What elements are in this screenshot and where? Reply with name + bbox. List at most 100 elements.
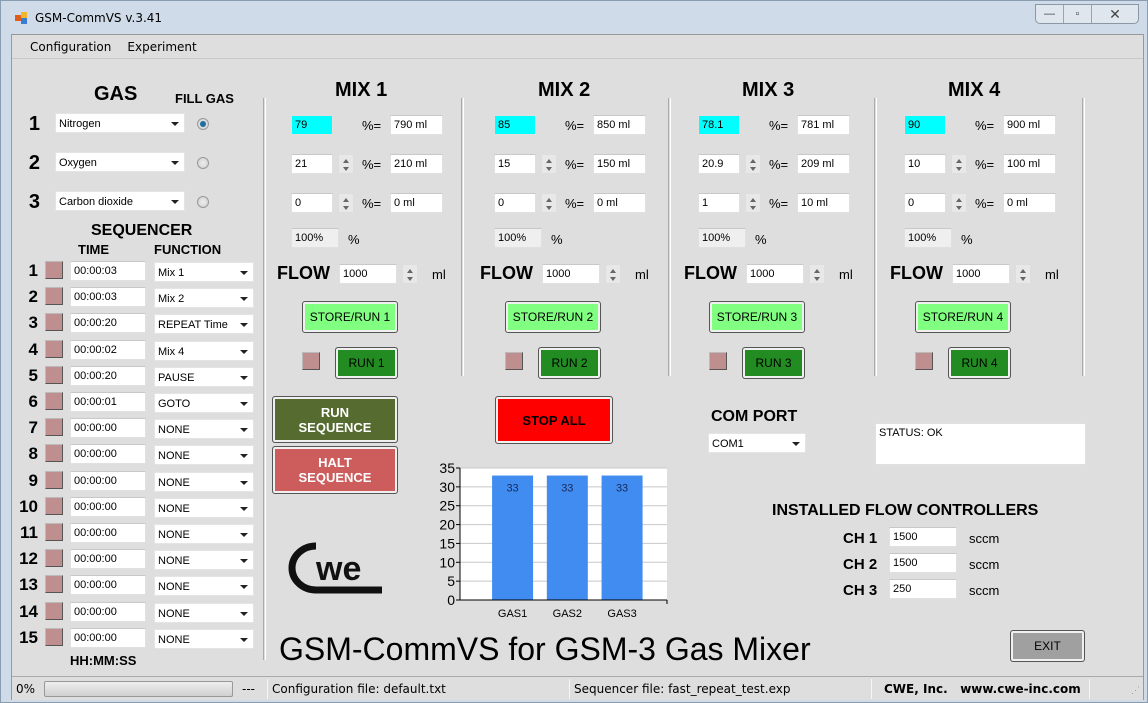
sequencer-function-select[interactable]: Mix 2 xyxy=(154,288,254,309)
percent-equals-label: %= xyxy=(769,157,789,172)
function-value: NONE xyxy=(158,529,190,541)
run-3-button[interactable]: RUN 3 xyxy=(742,347,805,379)
mix-1-flow-input[interactable]: 1000 xyxy=(339,264,397,284)
percent-stepper[interactable] xyxy=(745,193,761,213)
exit-button[interactable]: EXIT xyxy=(1010,630,1085,662)
resize-grip-icon[interactable]: ⋰ xyxy=(1131,685,1140,696)
sequencer-time-input[interactable]: 00:00:00 xyxy=(70,627,146,648)
channel-1-input[interactable]: 1500 xyxy=(889,527,957,547)
sequencer-function-select[interactable]: NONE xyxy=(154,419,254,440)
sequencer-function-select[interactable]: GOTO xyxy=(154,393,254,413)
mix-3-gas-2-percent[interactable]: 20.9 xyxy=(698,154,740,174)
sequencer-time-input[interactable]: 00:00:00 xyxy=(70,418,146,439)
mix-1-gas-2-percent[interactable]: 21 xyxy=(291,154,333,174)
flow-stepper[interactable] xyxy=(605,264,621,284)
sequencer-time-input[interactable]: 00:00:00 xyxy=(70,549,146,570)
sequencer-time-input[interactable]: 00:00:20 xyxy=(70,313,146,334)
mix-3-flow-input[interactable]: 1000 xyxy=(746,264,804,284)
store-run-1-button[interactable]: STORE/RUN 1 xyxy=(302,301,398,333)
sequencer-function-select[interactable]: NONE xyxy=(154,628,254,649)
percent-stepper[interactable] xyxy=(951,154,967,174)
percent-label: % xyxy=(551,232,563,247)
sequencer-step-indicator xyxy=(45,470,63,489)
halt-sequence-button[interactable]: HALT SEQUENCE xyxy=(272,446,398,494)
mix-4-gas-2-percent[interactable]: 10 xyxy=(904,154,946,174)
menu-experiment[interactable]: Experiment xyxy=(119,35,204,58)
percent-stepper[interactable] xyxy=(338,193,354,213)
sequencer-function-select[interactable]: NONE xyxy=(154,576,254,597)
percent-stepper[interactable] xyxy=(541,193,557,213)
sequencer-time-input[interactable]: 00:00:01 xyxy=(70,392,146,412)
close-button[interactable]: ✕ xyxy=(1092,5,1138,23)
sequencer-time-input[interactable]: 00:00:03 xyxy=(70,287,146,308)
sequencer-time-input[interactable]: 00:00:20 xyxy=(70,365,146,386)
time-format-label: HH:MM:SS xyxy=(70,653,137,668)
fill-gas-radio-3[interactable] xyxy=(197,196,209,208)
run-1-button[interactable]: RUN 1 xyxy=(335,347,398,379)
sequencer-function-select[interactable]: REPEAT Time xyxy=(154,314,254,335)
sequencer-function-select[interactable]: Mix 4 xyxy=(154,340,254,361)
mix-1-gas-3-percent[interactable]: 0 xyxy=(291,193,333,213)
store-run-3-button[interactable]: STORE/RUN 3 xyxy=(709,301,805,333)
status-dashes: --- xyxy=(238,679,268,699)
channel-3-input[interactable]: 250 xyxy=(889,579,957,599)
run-sequence-button[interactable]: RUN SEQUENCE xyxy=(272,396,398,443)
percent-stepper[interactable] xyxy=(745,154,761,174)
run-2-button[interactable]: RUN 2 xyxy=(538,347,601,379)
sequencer-time-input[interactable]: 00:00:00 xyxy=(70,601,146,622)
sequencer-time-input[interactable]: 00:00:00 xyxy=(70,444,146,465)
sequencer-time-input[interactable]: 00:00:00 xyxy=(70,523,146,543)
sequencer-function-select[interactable]: NONE xyxy=(154,524,254,544)
minimize-button[interactable]: — xyxy=(1036,5,1064,23)
percent-stepper[interactable] xyxy=(338,154,354,174)
store-run-2-button[interactable]: STORE/RUN 2 xyxy=(505,301,601,333)
percent-equals-label: %= xyxy=(975,157,995,172)
gas-1-select[interactable]: Nitrogen xyxy=(55,113,185,133)
sequencer-function-select[interactable]: NONE xyxy=(154,497,254,518)
sequencer-function-select[interactable]: NONE xyxy=(154,471,254,492)
window-title: GSM-CommVS v.3.41 xyxy=(35,11,163,25)
chevron-down-icon xyxy=(240,480,248,485)
percent-equals-label: %= xyxy=(362,196,382,211)
sequencer-time-input[interactable]: 00:00:00 xyxy=(70,496,146,517)
sequencer-time-input[interactable]: 00:00:00 xyxy=(70,470,146,491)
mix-3-gas-3-percent[interactable]: 1 xyxy=(698,193,740,213)
sequencer-function-select[interactable]: NONE xyxy=(154,445,254,466)
config-file-label: Configuration file: default.txt xyxy=(268,679,570,699)
sequencer-row-number: 1 xyxy=(28,261,38,280)
mix-2-flow-input[interactable]: 1000 xyxy=(542,264,600,284)
chevron-up-icon xyxy=(546,198,552,202)
sequencer-function-select[interactable]: NONE xyxy=(154,550,254,571)
run-4-button[interactable]: RUN 4 xyxy=(948,347,1011,379)
maximize-button[interactable]: ▫ xyxy=(1064,5,1092,23)
flow-stepper[interactable] xyxy=(809,264,825,284)
percent-stepper[interactable] xyxy=(541,154,557,174)
channel-label: CH 3 xyxy=(843,582,878,599)
stop-all-button[interactable]: STOP ALL xyxy=(495,396,613,444)
fill-gas-radio-2[interactable] xyxy=(197,157,209,169)
store-run-4-button[interactable]: STORE/RUN 4 xyxy=(915,301,1011,333)
sequencer-function-select[interactable]: PAUSE xyxy=(154,366,254,387)
mix-2-gas-3-percent[interactable]: 0 xyxy=(494,193,536,213)
sequencer-function-select[interactable]: Mix 1 xyxy=(154,262,254,282)
gas-2-select[interactable]: Oxygen xyxy=(55,152,185,172)
sequencer-time-input[interactable]: 00:00:02 xyxy=(70,339,146,360)
sccm-label: sccm xyxy=(969,583,1000,598)
com-port-select[interactable]: COM1 xyxy=(708,433,806,453)
flow-stepper[interactable] xyxy=(402,264,418,284)
sequencer-function-header: FUNCTION xyxy=(154,242,222,257)
mix-4-flow-input[interactable]: 1000 xyxy=(952,264,1010,284)
mix-2-gas-2-percent[interactable]: 15 xyxy=(494,154,536,174)
percent-stepper[interactable] xyxy=(951,193,967,213)
sequencer-time-input[interactable]: 00:00:03 xyxy=(70,261,146,281)
sequencer-time-input[interactable]: 00:00:00 xyxy=(70,575,146,596)
menu-configuration[interactable]: Configuration xyxy=(22,35,119,58)
chevron-down-icon xyxy=(240,375,248,380)
data-label: 33 xyxy=(616,483,628,495)
sequencer-function-select[interactable]: NONE xyxy=(154,602,254,623)
mix-4-gas-3-percent[interactable]: 0 xyxy=(904,193,946,213)
fill-gas-radio-1[interactable] xyxy=(197,118,209,130)
gas-3-select[interactable]: Carbon dioxide xyxy=(55,191,185,211)
flow-stepper[interactable] xyxy=(1015,264,1031,284)
channel-2-input[interactable]: 1500 xyxy=(889,553,957,573)
